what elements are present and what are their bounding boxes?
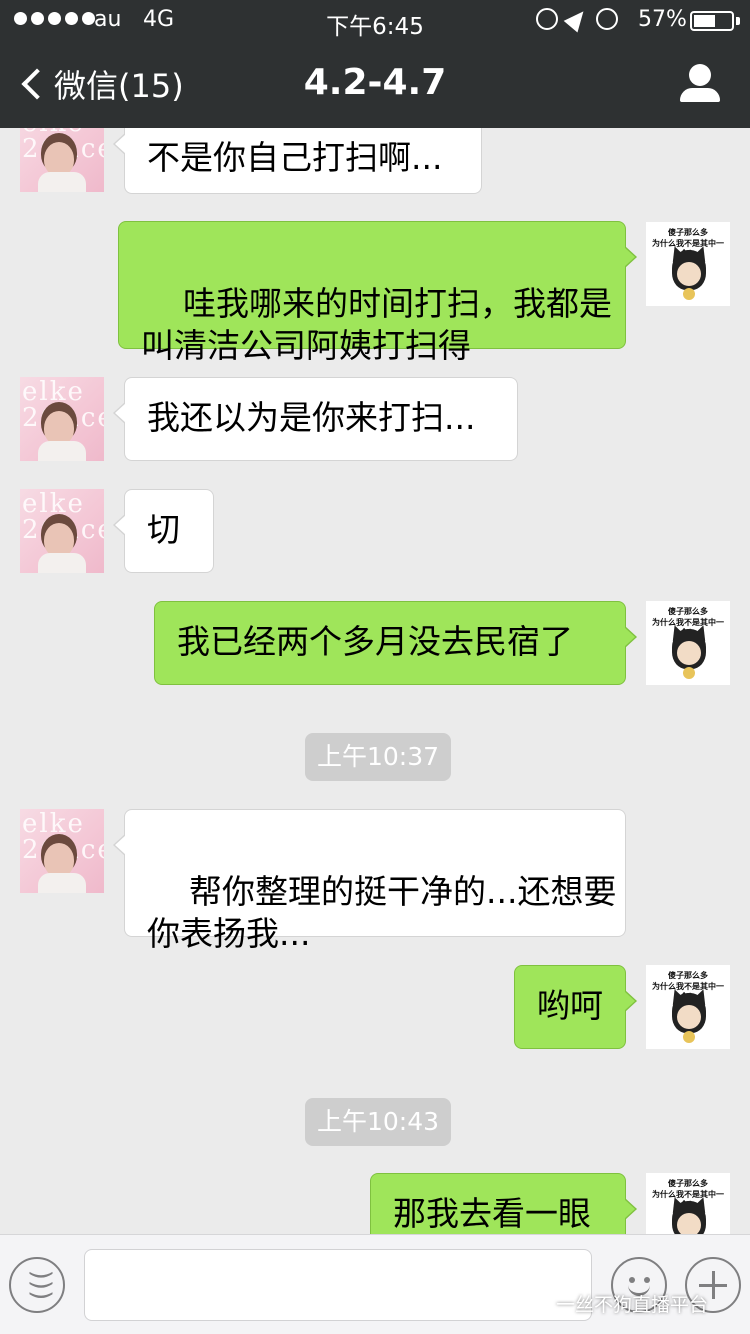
- battery-level-fill: [694, 15, 715, 27]
- chat-area[interactable]: elke 2Gace 不是你自己打扫啊... 哇我哪来的时间打扫，我都是 叫清洁…: [0, 128, 750, 1234]
- message-bubble-incoming[interactable]: 帮你整理的挺干净的...还想要 你表扬我...: [113, 809, 626, 953]
- time-divider: 上午10:43: [305, 1098, 452, 1146]
- message-text: 我已经两个多月没去民宿了: [177, 622, 573, 661]
- rotation-lock-icon: [536, 8, 558, 30]
- message-bubble-outgoing[interactable]: 我已经两个多月没去民宿了: [154, 601, 637, 685]
- chat-title: 4.2-4.7: [303, 62, 447, 103]
- message-text: 切: [147, 510, 180, 549]
- battery-icon: [690, 11, 734, 31]
- alarm-icon: [596, 8, 618, 30]
- message-bubble-outgoing[interactable]: 那我去看一眼: [370, 1173, 637, 1234]
- message-text: 那我去看一眼: [393, 1194, 591, 1233]
- message-text: 不是你自己打扫啊...: [147, 138, 443, 177]
- battery-tip: [736, 17, 740, 25]
- message-bubble-incoming[interactable]: 不是你自己打扫啊...: [113, 128, 482, 194]
- contact-avatar[interactable]: elke 2Gace: [20, 128, 104, 192]
- input-bar: ))): [0, 1234, 750, 1334]
- my-avatar[interactable]: 傻子那么多 为什么我不是其中一个？: [646, 222, 730, 306]
- top-bar: au 4G 下午6:45 57% 微信(15) 4.2-4.7: [0, 0, 750, 128]
- voice-icon[interactable]: ))): [9, 1257, 65, 1313]
- message-bubble-outgoing[interactable]: 哟呵: [514, 965, 637, 1049]
- message-text: 哟呵: [537, 986, 603, 1025]
- message-bubble-incoming[interactable]: 我还以为是你来打扫...: [113, 377, 518, 461]
- message-text: 哇我哪来的时间打扫，我都是 叫清洁公司阿姨打扫得: [141, 284, 612, 365]
- my-avatar[interactable]: 傻子那么多 为什么我不是其中一个？: [646, 965, 730, 1049]
- contact-avatar[interactable]: elke 2Gace: [20, 489, 104, 573]
- message-bubble-outgoing[interactable]: 哇我哪来的时间打扫，我都是 叫清洁公司阿姨打扫得: [118, 221, 637, 365]
- my-avatar[interactable]: 傻子那么多 为什么我不是其中一个？: [646, 601, 730, 685]
- time-divider: 上午10:37: [305, 733, 452, 781]
- contact-avatar[interactable]: elke 2Gace: [20, 377, 104, 461]
- message-text: 帮你整理的挺干净的...还想要 你表扬我...: [147, 872, 617, 953]
- my-avatar[interactable]: 傻子那么多 为什么我不是其中一个？: [646, 1173, 730, 1234]
- battery-percent: 57%: [638, 7, 687, 32]
- message-bubble-incoming[interactable]: 切: [113, 489, 214, 573]
- message-text: 我还以为是你来打扫...: [147, 398, 476, 437]
- status-bar: au 4G 下午6:45 57%: [0, 0, 750, 40]
- watermark-text: 一丝不狗直播平台: [556, 1294, 709, 1316]
- message-input[interactable]: [84, 1249, 592, 1321]
- person-icon[interactable]: [678, 64, 722, 104]
- contact-avatar[interactable]: elke 2Gace: [20, 809, 104, 893]
- location-arrow-icon: [563, 5, 591, 33]
